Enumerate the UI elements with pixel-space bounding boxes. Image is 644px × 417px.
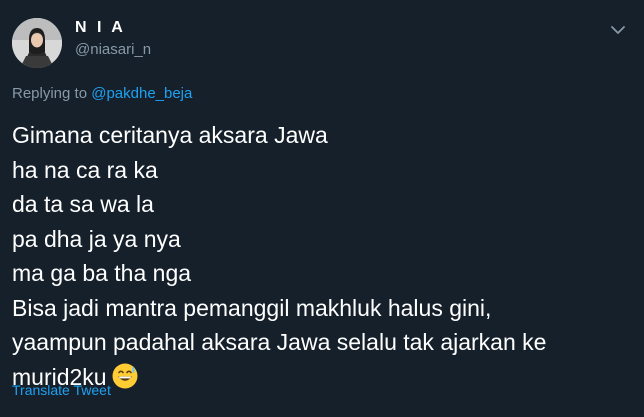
- author-names: N I A @niasari_n: [75, 18, 151, 60]
- tweet-line: Bisa jadi mantra pemanggil makhluk halus…: [12, 294, 492, 321]
- tweet-line: pa dha ja ya nya: [12, 225, 181, 252]
- user-handle[interactable]: @niasari_n: [75, 40, 151, 60]
- avatar[interactable]: [12, 18, 62, 68]
- tweet-line: ha na ca ra ka: [12, 156, 158, 183]
- replying-to: Replying to @pakdhe_beja: [12, 84, 192, 104]
- display-name[interactable]: N I A: [75, 18, 151, 38]
- chevron-down-icon: [611, 26, 625, 34]
- grinning-face-with-sweat-icon: [111, 362, 139, 400]
- tweet-text: Gimana ceritanya aksara Jawa ha na ca ra…: [12, 118, 632, 399]
- replying-to-mention-link[interactable]: @pakdhe_beja: [91, 85, 192, 102]
- tweet-line: Gimana ceritanya aksara Jawa: [12, 122, 328, 148]
- avatar-photo: [12, 18, 62, 68]
- tweet-line: da ta sa wa la: [12, 191, 154, 217]
- replying-to-label: Replying to: [12, 85, 88, 102]
- translate-tweet-link[interactable]: Translate Tweet: [12, 380, 111, 400]
- tweet-card: N I A @niasari_n Replying to @pakdhe_bej…: [0, 0, 644, 417]
- more-options-button[interactable]: [606, 18, 630, 42]
- tweet-line: ma ga ba tha nga: [12, 260, 192, 286]
- tweet-line: yaampun padahal aksara Jawa selalu tak a…: [12, 329, 547, 355]
